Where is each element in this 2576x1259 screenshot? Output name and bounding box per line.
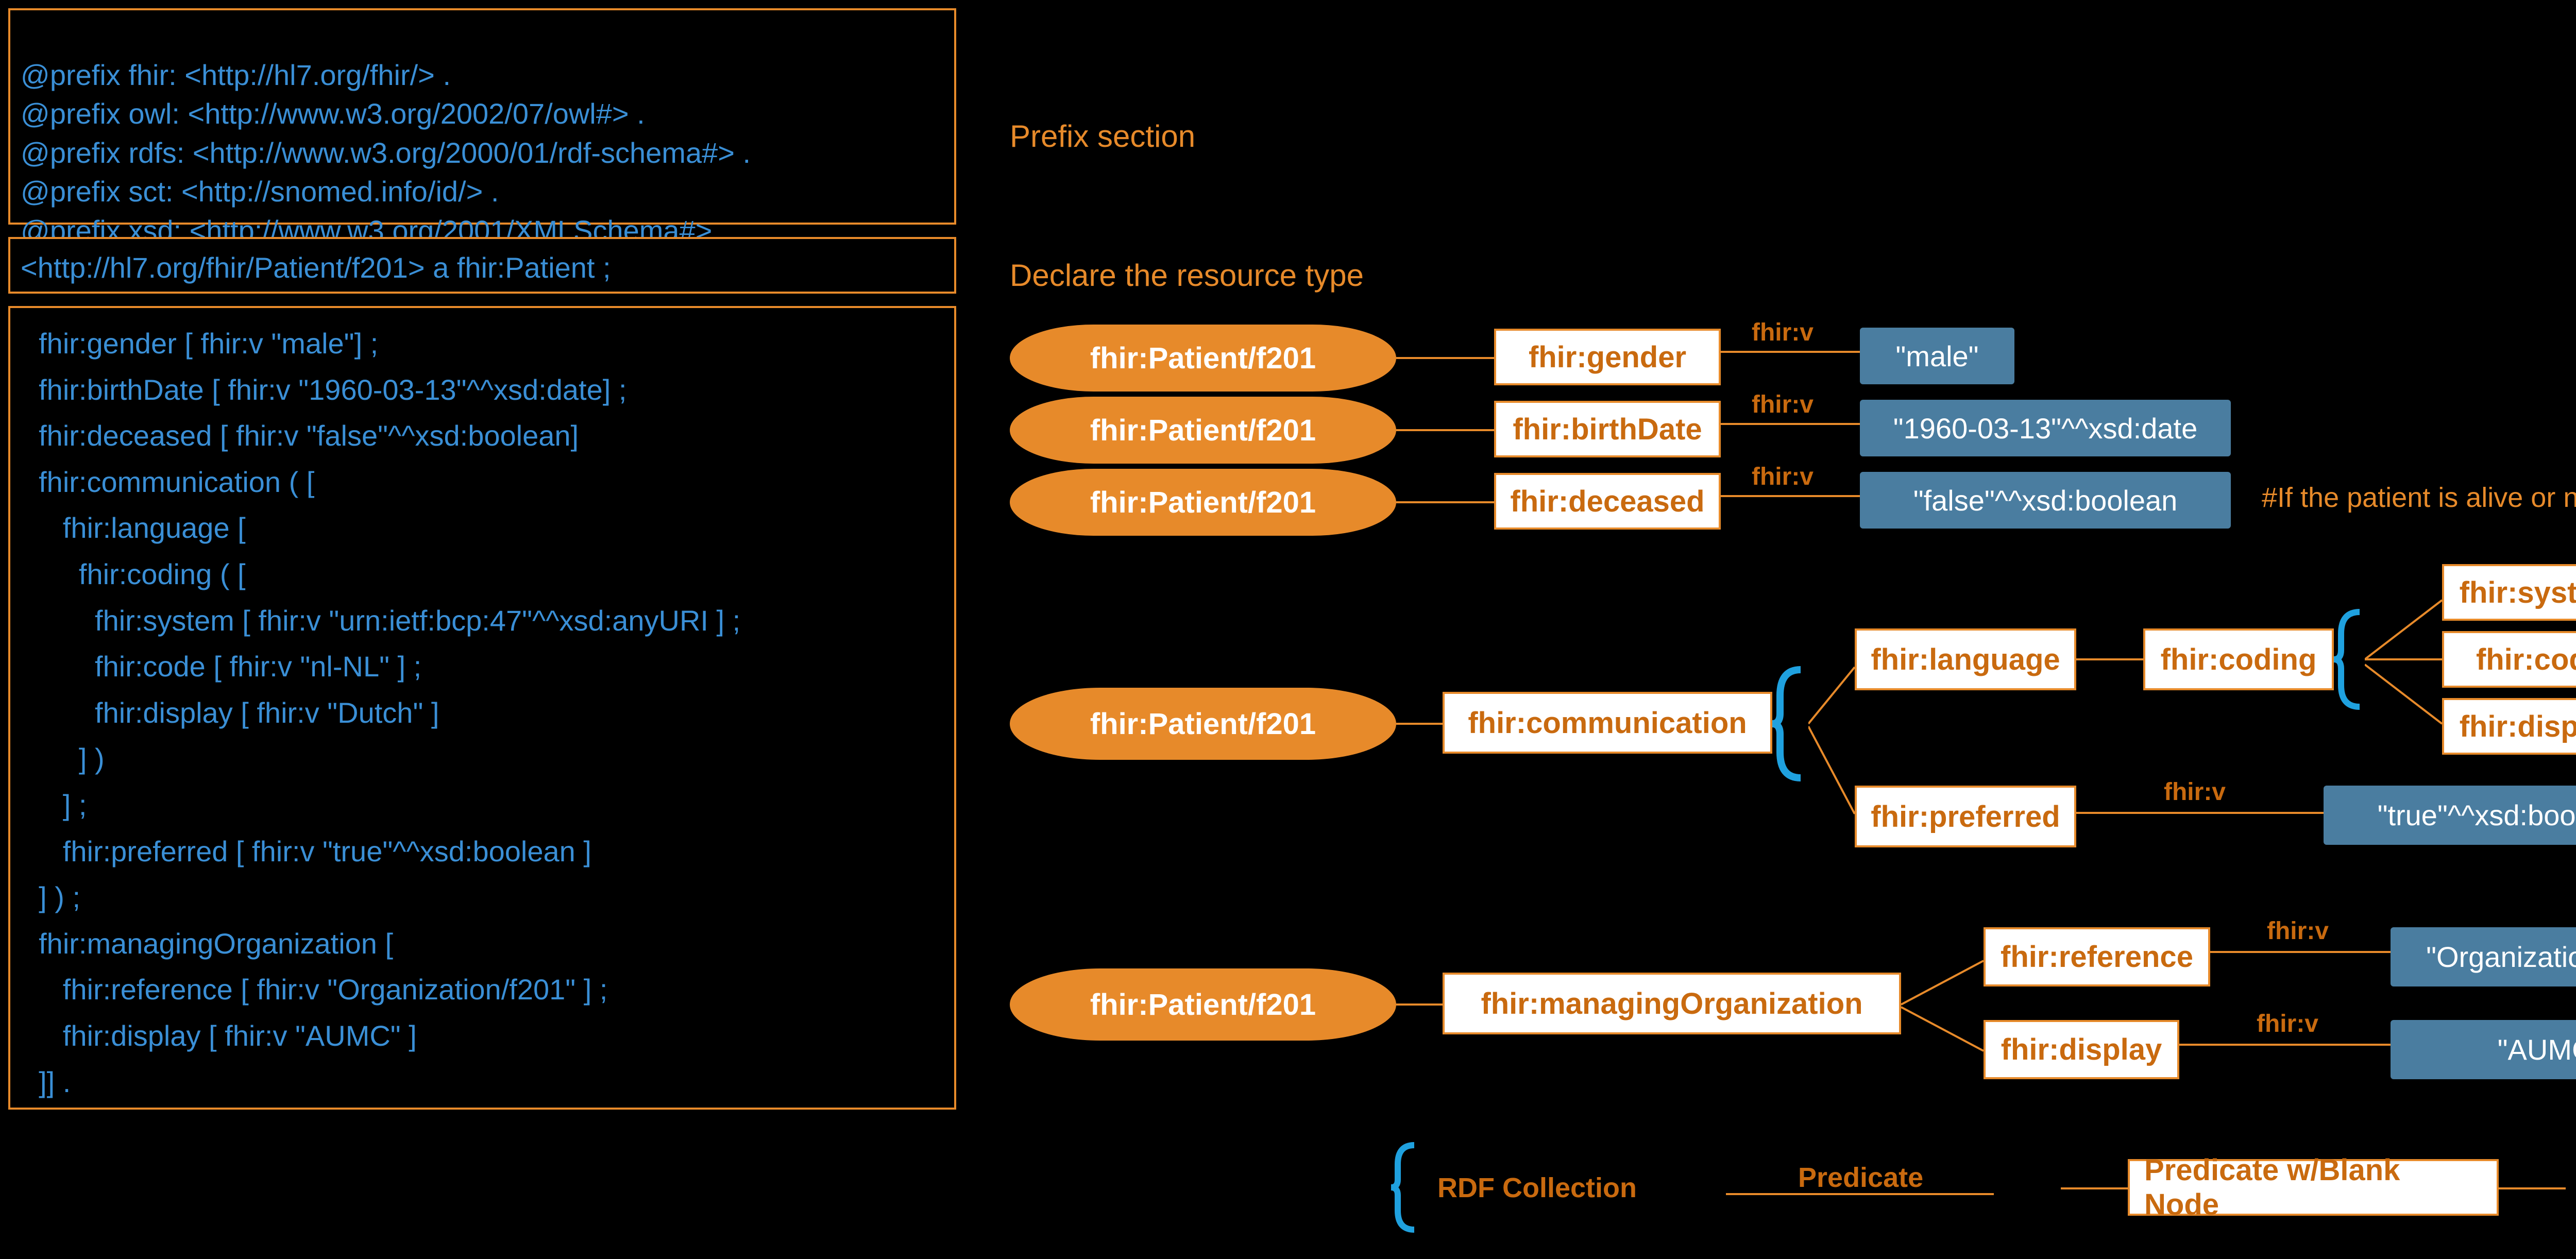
val-org: "Organization/f201": [2391, 927, 2576, 986]
edge-coding-disp: [2365, 659, 2442, 729]
rdf-bracket-coding: [2334, 608, 2365, 711]
pred-deceased: fhir:deceased: [1494, 473, 1721, 530]
edge-gender-1: [1396, 357, 1494, 359]
rdf-bracket-comm: [1772, 665, 1808, 783]
legend-bracket-icon: [1391, 1141, 1419, 1234]
val-male: "male": [1860, 328, 2014, 384]
edge-birth-1: [1396, 429, 1494, 431]
comment-deceased: #If the patient is alive or not: [2262, 482, 2576, 514]
declare-header: Declare the resource type: [1010, 258, 1364, 293]
val-aumc: "AUMC": [2391, 1020, 2576, 1079]
val-preferred: "true"^^xsd:boolean: [2324, 786, 2576, 845]
pred-system: fhir:system: [2442, 564, 2576, 621]
edge-mgorg-1: [1396, 1003, 1443, 1006]
pred-communication: fhir:communication: [1443, 692, 1772, 754]
pred-coding: fhir:coding: [2143, 628, 2334, 690]
val-date: "1960-03-13"^^xsd:date: [1860, 400, 2231, 456]
pred-managingorg: fhir:managingOrganization: [1443, 973, 1901, 1034]
pred-birthdate: fhir:birthDate: [1494, 401, 1721, 457]
body-box: fhir:gender [ fhir:v "male"] ; fhir:birt…: [8, 306, 956, 1110]
label-disporg-v: fhir:v: [2257, 1010, 2318, 1038]
edge-comm-pref: [1808, 721, 1855, 819]
label-dec-v: fhir:v: [1752, 463, 1814, 491]
edge-comm-1: [1396, 723, 1443, 725]
label-ref-v: fhir:v: [2267, 917, 2329, 945]
label-pref-v: fhir:v: [2164, 778, 2226, 806]
body-code: fhir:gender [ fhir:v "male"] ; fhir:birt…: [10, 308, 954, 1117]
edge-coding-sys: [2365, 595, 2442, 665]
label-gender-v: fhir:v: [1752, 318, 1814, 347]
pred-display-org: fhir:display: [1984, 1020, 2179, 1079]
edge-dec-1: [1396, 501, 1494, 503]
edge-mgorg-disp: [1901, 1002, 1984, 1059]
legend-predicate: Predicate: [1798, 1162, 1923, 1194]
resource-birthdate: fhir:Patient/f201: [1010, 397, 1396, 464]
val-deceased: "false"^^xsd:boolean: [1860, 472, 2231, 529]
prefix-l1: @prefix fhir: <http://hl7.org/fhir/> .: [21, 59, 451, 91]
legend-predblank-r: [2499, 1187, 2566, 1189]
prefix-box: @prefix fhir: <http://hl7.org/fhir/> . @…: [8, 8, 956, 225]
pred-display-coding: fhir:display: [2442, 698, 2576, 755]
prefix-l3: @prefix rdfs: <http://www.w3.org/2000/01…: [21, 137, 751, 169]
pred-language: fhir:language: [1855, 628, 2076, 690]
label-birth-v: fhir:v: [1752, 390, 1814, 419]
pred-reference: fhir:reference: [1984, 927, 2210, 986]
pred-preferred: fhir:preferred: [1855, 786, 2076, 847]
prefix-l2: @prefix owl: <http://www.w3.org/2002/07/…: [21, 97, 645, 130]
resource-deceased: fhir:Patient/f201: [1010, 469, 1396, 536]
resource-gender: fhir:Patient/f201: [1010, 325, 1396, 392]
legend-predblank-box: Predicate w/Blank Node: [2128, 1159, 2499, 1216]
pred-code: fhir:code: [2442, 631, 2576, 688]
edge-lang-coding: [2076, 658, 2143, 660]
declare-code: <http://hl7.org/fhir/Patient/f201> a fhi…: [10, 239, 954, 297]
legend-predblank-l: [2061, 1187, 2128, 1189]
legend-rdf: RDF Collection: [1437, 1172, 1637, 1204]
prefix-l4: @prefix sct: <http://snomed.info/id/> .: [21, 175, 499, 208]
resource-comm: fhir:Patient/f201: [1010, 688, 1396, 760]
declare-box: <http://hl7.org/fhir/Patient/f201> a fhi…: [8, 237, 956, 294]
pred-gender: fhir:gender: [1494, 329, 1721, 385]
resource-mgorg: fhir:Patient/f201: [1010, 968, 1396, 1041]
prefix-section-header: Prefix section: [1010, 118, 1195, 154]
prefix-code: @prefix fhir: <http://hl7.org/fhir/> . @…: [10, 10, 954, 257]
